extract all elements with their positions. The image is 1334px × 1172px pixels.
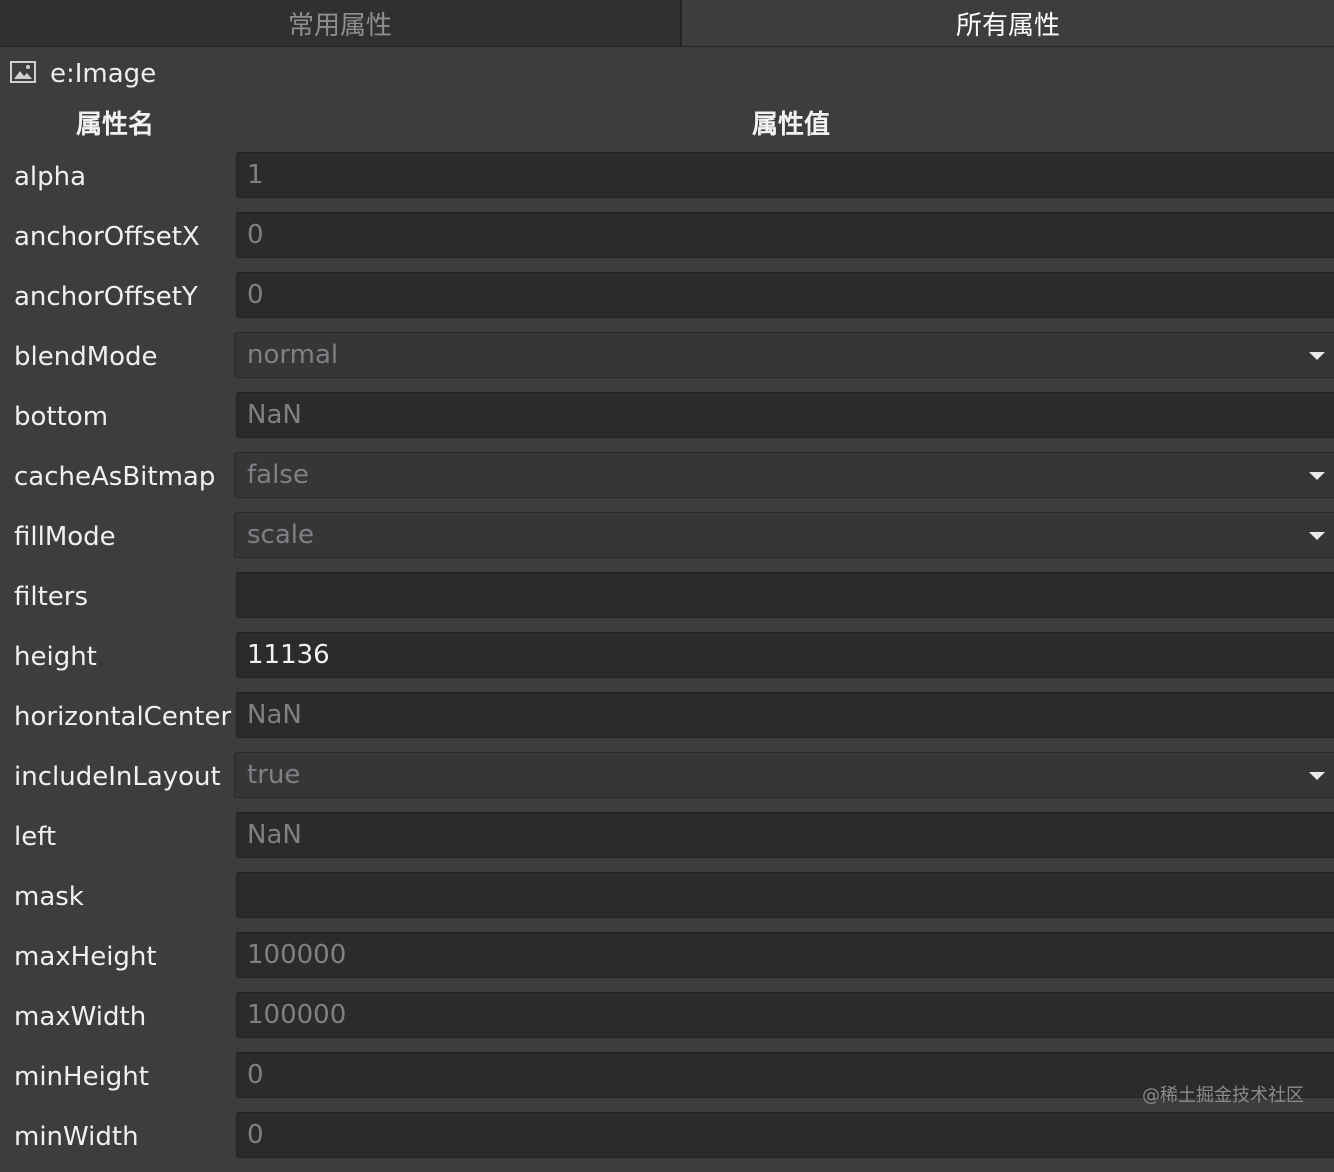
tab-all-properties[interactable]: 所有属性 [682, 0, 1334, 46]
property-value-text: 11136 [247, 640, 330, 670]
property-value-text: NaN [247, 820, 302, 850]
property-value-select[interactable]: true [234, 752, 1334, 798]
property-value-text: 100000 [247, 1000, 347, 1030]
property-name: includeInLayout [14, 762, 221, 792]
property-value-select[interactable]: normal [234, 332, 1334, 378]
property-value-select[interactable]: false [234, 452, 1334, 498]
property-row: blendMode normal [0, 332, 1334, 392]
property-value-input[interactable] [236, 872, 1334, 918]
property-list: alpha 1 anchorOffsetX 0 anchorOffsetY 0 blendM… [0, 152, 1334, 1172]
property-value-input[interactable]: 100000 [236, 992, 1334, 1038]
property-row: includeInLayout true [0, 752, 1334, 812]
property-value-text: 0 [247, 1060, 264, 1090]
property-name: anchorOffsetX [14, 222, 200, 252]
property-name: bottom [14, 402, 109, 432]
property-name: anchorOffsetY [14, 282, 198, 312]
property-value-input[interactable]: NaN [236, 392, 1334, 438]
property-row: maxWidth 100000 [0, 992, 1334, 1052]
property-value-text: NaN [247, 400, 302, 430]
property-value-input[interactable]: 1 [236, 152, 1334, 198]
property-value-input[interactable]: 100000 [236, 932, 1334, 978]
node-name: e:Image [50, 59, 157, 89]
property-name: mask [14, 882, 84, 912]
property-value-input[interactable]: 0 [236, 272, 1334, 318]
property-value-text: normal [247, 340, 339, 370]
property-name: cacheAsBitmap [14, 462, 216, 492]
property-value-text: NaN [247, 700, 302, 730]
property-value-text: scale [247, 520, 314, 550]
property-row: minHeight 0 [0, 1052, 1334, 1112]
property-name: fillMode [14, 522, 116, 552]
property-value-input[interactable] [236, 572, 1334, 618]
property-value-input[interactable]: 11136 [236, 632, 1334, 678]
property-row: left NaN [0, 812, 1334, 872]
property-value-input[interactable]: 0 [236, 1112, 1334, 1158]
property-row: minWidth 0 [0, 1112, 1334, 1172]
property-name: height [14, 642, 97, 672]
property-value-text: true [247, 760, 301, 790]
property-value-input[interactable]: NaN [236, 812, 1334, 858]
property-name: left [14, 822, 57, 852]
property-row: horizontalCenter NaN [0, 692, 1334, 752]
property-value-input[interactable]: 0 [236, 212, 1334, 258]
tab-common-properties[interactable]: 常用属性 [0, 0, 682, 46]
property-name: maxWidth [14, 1002, 147, 1032]
property-row: mask [0, 872, 1334, 932]
property-value-text: 0 [247, 280, 264, 310]
property-row: alpha 1 [0, 152, 1334, 212]
property-row: maxHeight 100000 [0, 932, 1334, 992]
tab-bar: 常用属性 所有属性 [0, 0, 1334, 47]
dropdown-caret-icon[interactable] [1309, 772, 1325, 780]
property-name: maxHeight [14, 942, 157, 972]
dropdown-caret-icon[interactable] [1309, 472, 1325, 480]
column-header-name: 属性名 [76, 110, 155, 140]
property-row: filters [0, 572, 1334, 632]
property-row: anchorOffsetX 0 [0, 212, 1334, 272]
property-row: anchorOffsetY 0 [0, 272, 1334, 332]
property-value-text: 1 [247, 160, 264, 190]
watermark: @稀土掘金技术社区 [1142, 1085, 1304, 1106]
property-value-select[interactable]: scale [234, 512, 1334, 558]
property-name: minWidth [14, 1122, 139, 1152]
property-row: cacheAsBitmap false [0, 452, 1334, 512]
property-name: blendMode [14, 342, 158, 372]
property-value-text: false [247, 460, 309, 490]
image-icon [10, 61, 36, 83]
property-value-text: 0 [247, 1120, 264, 1150]
property-row: fillMode scale [0, 512, 1334, 572]
property-name: alpha [14, 162, 87, 192]
property-name: minHeight [14, 1062, 149, 1092]
dropdown-caret-icon[interactable] [1309, 352, 1325, 360]
property-value-text: 0 [247, 220, 264, 250]
property-value-input[interactable]: NaN [236, 692, 1334, 738]
property-name: filters [14, 582, 89, 612]
property-row: bottom NaN [0, 392, 1334, 452]
property-name: horizontalCenter [14, 702, 232, 732]
column-header-value: 属性值 [752, 110, 831, 140]
property-row: height 11136 [0, 632, 1334, 692]
dropdown-caret-icon[interactable] [1309, 532, 1325, 540]
property-value-text: 100000 [247, 940, 347, 970]
